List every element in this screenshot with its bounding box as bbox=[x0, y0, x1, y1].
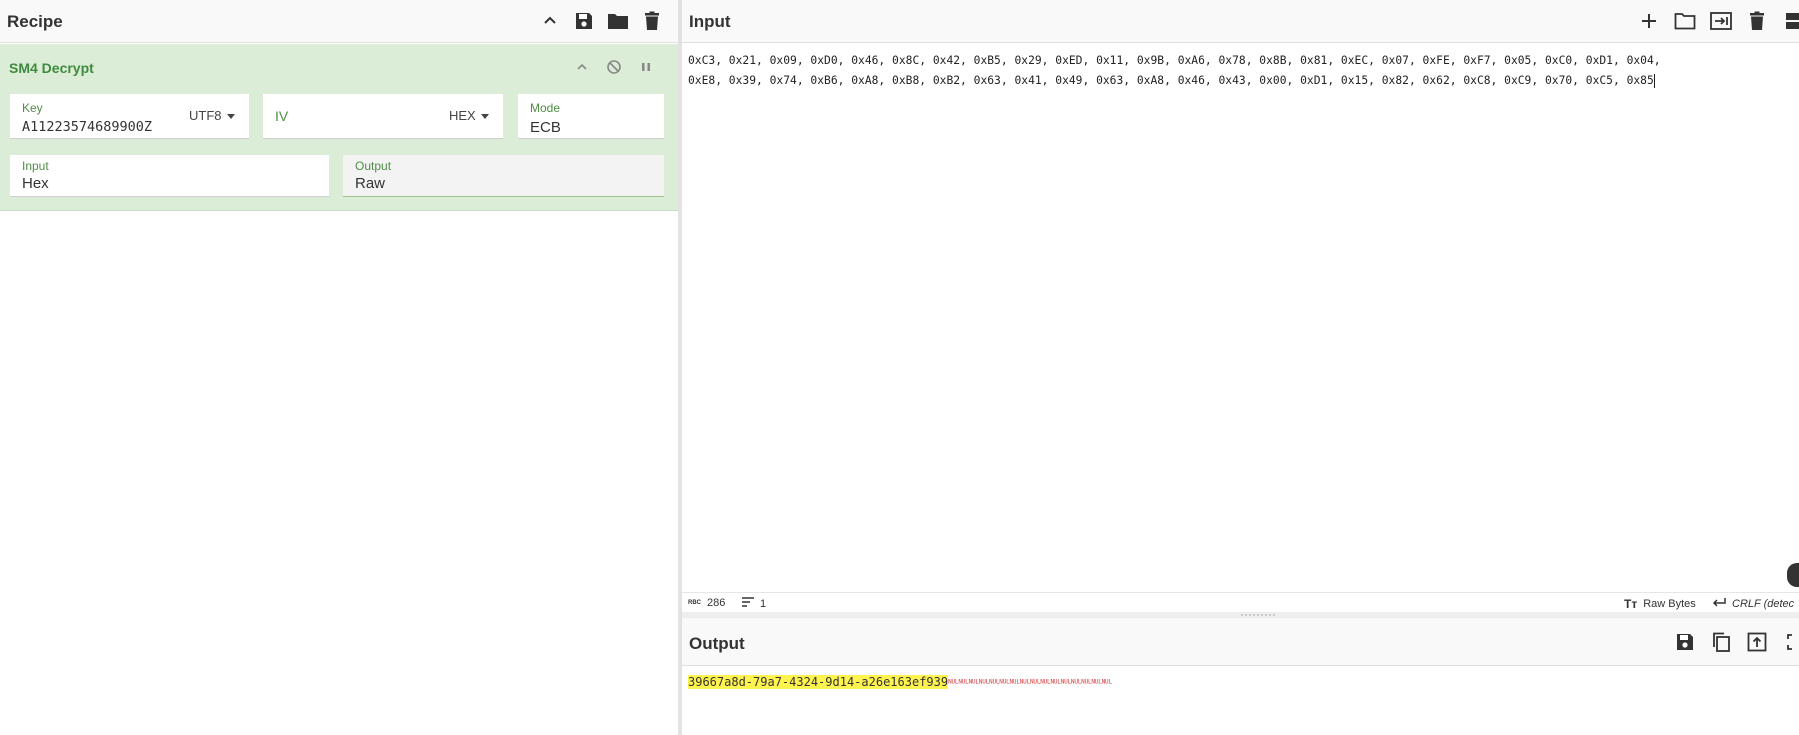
delete-input-icon[interactable] bbox=[1745, 9, 1769, 33]
output-format-field[interactable]: Output Raw bbox=[343, 155, 664, 197]
chevron-up-icon[interactable] bbox=[538, 9, 562, 33]
operation-title: SM4 Decrypt bbox=[9, 60, 94, 76]
replace-input-icon[interactable] bbox=[1745, 630, 1769, 654]
input-status-bar: RBC 286 1 Tт Raw Bytes CRLF (detec bbox=[682, 592, 1799, 613]
layout-icon[interactable] bbox=[1781, 9, 1799, 33]
copy-icon[interactable] bbox=[1709, 630, 1733, 654]
mode-label: Mode bbox=[530, 101, 561, 115]
input-format-value[interactable]: Hex bbox=[22, 175, 49, 192]
input-panel: Input 0xC3, 0x21, 0x09, 0xD0, 0x46, 0x8C… bbox=[682, 0, 1799, 612]
input-textarea[interactable]: 0xC3, 0x21, 0x09, 0xD0, 0x46, 0x8C, 0x42… bbox=[688, 51, 1796, 91]
iv-field[interactable]: IV HEX bbox=[263, 94, 503, 139]
key-label: Key bbox=[22, 101, 43, 115]
save-icon[interactable] bbox=[572, 9, 596, 33]
load-file-icon[interactable] bbox=[1709, 9, 1733, 33]
pause-icon[interactable] bbox=[636, 57, 656, 77]
divider-grip[interactable] bbox=[1240, 614, 1276, 616]
mode-field[interactable]: Mode ECB bbox=[518, 94, 664, 139]
eol-selector[interactable]: CRLF (detec bbox=[1732, 598, 1794, 610]
output-textarea[interactable]: 39667a8d-79a7-4324-9d14-a26e163ef939NULN… bbox=[688, 674, 1112, 691]
output-panel: Output 39667a8d-79a7-4324-9d14-a26e163ef… bbox=[682, 618, 1799, 735]
line-count: 1 bbox=[760, 597, 767, 610]
format-selector[interactable]: Raw Bytes bbox=[1643, 598, 1696, 610]
input-line-2: 0xE8, 0x39, 0x74, 0xB6, 0xA8, 0xB8, 0xB2… bbox=[688, 74, 1654, 87]
output-nul-chars: NULNULNULNULNULNULNULNULNULNULNULNULNULN… bbox=[948, 678, 1112, 686]
output-title: Output bbox=[689, 634, 745, 653]
input-header: Input bbox=[682, 0, 1799, 43]
open-folder-icon[interactable] bbox=[1673, 9, 1697, 33]
key-input[interactable]: A11223574689900Z bbox=[22, 119, 152, 135]
save-output-icon[interactable] bbox=[1673, 630, 1697, 654]
plus-icon[interactable] bbox=[1637, 9, 1661, 33]
text-size-icon[interactable]: Tт bbox=[1624, 597, 1637, 611]
output-header: Output bbox=[682, 618, 1799, 666]
folder-icon[interactable] bbox=[606, 9, 630, 33]
recipe-panel: Recipe SM4 Decrypt Key A11223574689900Z … bbox=[0, 0, 678, 735]
sm4-decrypt-operation[interactable]: SM4 Decrypt Key A11223574689900Z UTF8 IV… bbox=[0, 44, 678, 211]
char-count-icon: RBC bbox=[688, 600, 701, 606]
input-format-label: Input bbox=[22, 159, 49, 173]
input-title: Input bbox=[689, 12, 731, 31]
side-tab-handle[interactable] bbox=[1787, 563, 1799, 587]
input-line-1: 0xC3, 0x21, 0x09, 0xD0, 0x46, 0x8C, 0x42… bbox=[688, 54, 1661, 67]
iv-encoding-dropdown[interactable]: HEX bbox=[449, 108, 489, 123]
line-count-icon bbox=[742, 597, 754, 610]
disable-icon[interactable] bbox=[604, 57, 624, 77]
mode-value[interactable]: ECB bbox=[530, 119, 561, 136]
output-format-value[interactable]: Raw bbox=[355, 175, 385, 192]
input-format-field[interactable]: Input Hex bbox=[10, 155, 329, 197]
recipe-header: Recipe bbox=[0, 0, 678, 43]
char-count: 286 bbox=[707, 597, 726, 609]
output-format-label: Output bbox=[355, 159, 392, 173]
key-encoding-dropdown[interactable]: UTF8 bbox=[189, 108, 235, 123]
collapse-chevron-icon[interactable] bbox=[572, 57, 592, 77]
maximize-icon[interactable] bbox=[1781, 630, 1799, 654]
output-highlighted-text: 39667a8d-79a7-4324-9d14-a26e163ef939 bbox=[688, 675, 949, 689]
trash-icon[interactable] bbox=[640, 9, 664, 33]
recipe-title: Recipe bbox=[7, 12, 63, 31]
key-field[interactable]: Key A11223574689900Z UTF8 bbox=[10, 94, 249, 139]
eol-icon bbox=[1712, 597, 1726, 610]
iv-label: IV bbox=[275, 108, 289, 124]
text-caret bbox=[1653, 74, 1655, 88]
